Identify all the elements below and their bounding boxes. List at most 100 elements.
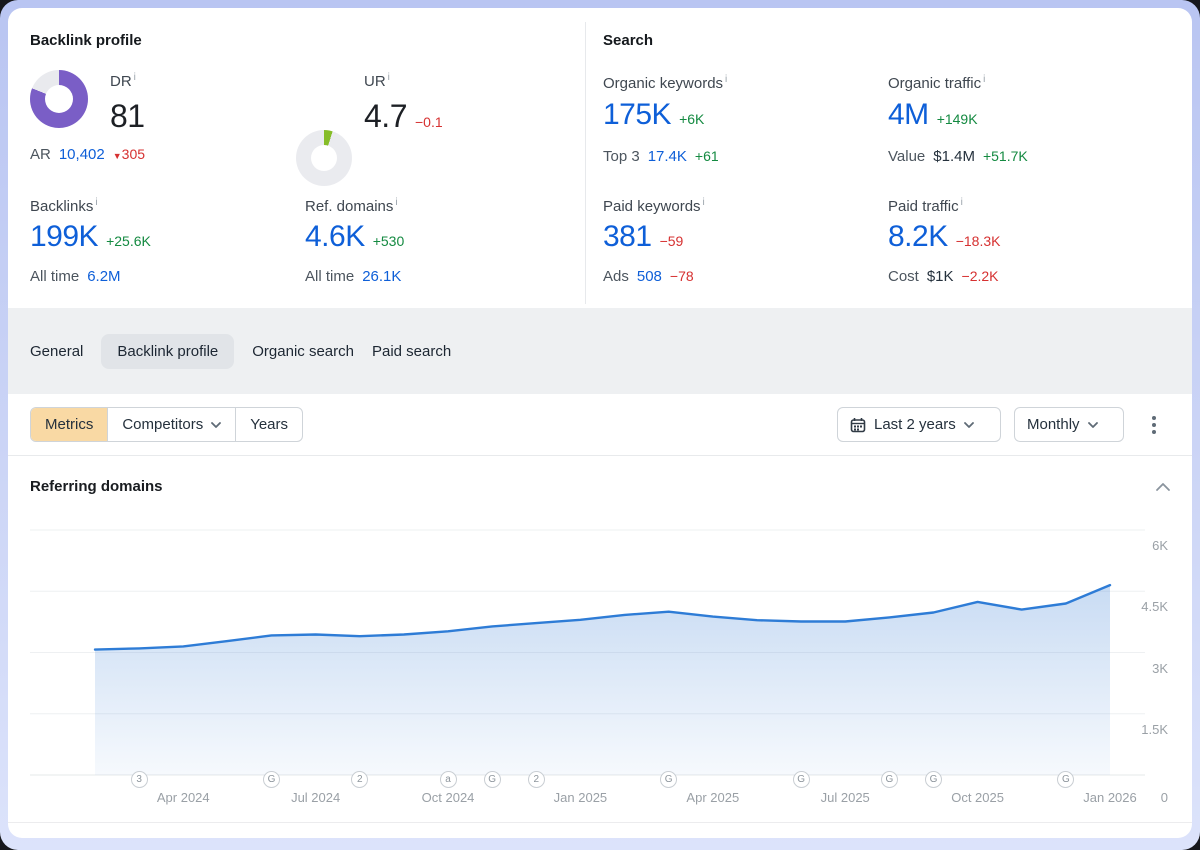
- backlinks-alltime-label: All time: [30, 268, 79, 285]
- search-section-title: Search: [603, 32, 653, 49]
- tab-paid-search[interactable]: Paid search: [372, 334, 451, 369]
- view-mode-group: Metrics Competitors Years: [30, 407, 303, 442]
- paid-keywords-label: Paid keywordsi: [603, 197, 705, 215]
- tab-organic-search[interactable]: Organic search: [252, 334, 354, 369]
- traffic-value-change: +51.7K: [983, 148, 1028, 164]
- paid-keywords-change: −59: [660, 233, 684, 249]
- y-axis-label: 4.5K: [1141, 599, 1168, 614]
- x-axis-label: Apr 2025: [686, 790, 739, 805]
- top3-label: Top 3: [603, 148, 640, 165]
- google-update-marker[interactable]: G: [793, 771, 810, 788]
- organic-traffic-value[interactable]: 4M: [888, 98, 929, 132]
- years-button[interactable]: Years: [235, 408, 302, 441]
- paid-traffic-value[interactable]: 8.2K: [888, 220, 948, 254]
- info-icon[interactable]: i: [961, 197, 963, 208]
- backlinks-label: Backlinksi: [30, 197, 98, 215]
- info-icon[interactable]: i: [703, 197, 705, 208]
- granularity-button[interactable]: Monthly: [1014, 407, 1124, 442]
- paid-traffic-change: −18.3K: [956, 233, 1001, 249]
- metrics-button[interactable]: Metrics: [31, 408, 107, 441]
- ur-donut-hole: [311, 145, 337, 171]
- dr-label: DRi: [110, 72, 136, 90]
- top3-value[interactable]: 17.4K: [648, 148, 687, 165]
- backlinks-alltime-value[interactable]: 6.2M: [87, 268, 120, 285]
- panel-divider: [585, 22, 586, 304]
- info-icon[interactable]: i: [95, 197, 97, 208]
- ar-change: ▼305: [113, 146, 145, 162]
- ref-domains-alltime-label: All time: [305, 268, 354, 285]
- overview-card: Backlink profile Search DRi 81 AR 10,402…: [8, 8, 1192, 838]
- organic-traffic-change: +149K: [937, 111, 978, 127]
- tab-backlink-profile[interactable]: Backlink profile: [101, 334, 234, 369]
- ar-value[interactable]: 10,402: [59, 146, 105, 163]
- traffic-value-label: Value: [888, 148, 925, 165]
- more-options-button[interactable]: [1150, 414, 1158, 436]
- y-axis-label: 6K: [1152, 538, 1168, 553]
- info-icon[interactable]: i: [983, 74, 985, 85]
- info-icon[interactable]: i: [134, 72, 136, 83]
- google-update-marker[interactable]: 2: [528, 771, 545, 788]
- traffic-value-amount: $1.4M: [933, 148, 975, 165]
- info-icon[interactable]: i: [725, 74, 727, 85]
- calendar-icon: [850, 417, 866, 433]
- area-fill: [95, 585, 1110, 775]
- cost-value: $1K: [927, 268, 954, 285]
- organic-keywords-value[interactable]: 175K: [603, 98, 671, 132]
- x-axis-label: Jan 2025: [554, 790, 608, 805]
- organic-keywords-label: Organic keywordsi: [603, 74, 727, 92]
- tab-general[interactable]: General: [30, 334, 83, 369]
- backlinks-value[interactable]: 199K: [30, 220, 98, 254]
- google-update-marker[interactable]: G: [1057, 771, 1074, 788]
- google-update-marker[interactable]: G: [925, 771, 942, 788]
- report-tabs: General Backlink profile Organic search …: [30, 334, 451, 369]
- google-update-marker[interactable]: G: [484, 771, 501, 788]
- tab-band: General Backlink profile Organic search …: [8, 308, 1192, 394]
- referring-domains-chart[interactable]: 6K4.5K3K1.5K0 Apr 2024Jul 2024Oct 2024Ja…: [8, 508, 1192, 830]
- x-axis-label: Jan 2026: [1083, 790, 1137, 805]
- organic-keywords-change: +6K: [679, 111, 704, 127]
- backlink-profile-section-title: Backlink profile: [30, 32, 142, 49]
- chevron-down-icon: [1088, 422, 1098, 428]
- chart-toolbar: Metrics Competitors Years Last 2 ye: [8, 407, 1192, 443]
- x-axis-label: Jul 2025: [821, 790, 870, 805]
- y-axis-label: 1.5K: [1141, 722, 1168, 737]
- ads-value[interactable]: 508: [637, 268, 662, 285]
- dr-donut: [30, 70, 88, 128]
- ar-label: AR: [30, 146, 51, 163]
- cost-change: −2.2K: [962, 268, 999, 284]
- ref-domains-change: +530: [373, 233, 405, 249]
- info-icon[interactable]: i: [388, 72, 390, 83]
- organic-traffic-label: Organic traffici: [888, 74, 985, 92]
- ur-change: −0.1: [415, 114, 443, 130]
- chevron-up-icon[interactable]: [1154, 480, 1172, 494]
- ads-label: Ads: [603, 268, 629, 285]
- ref-domains-alltime-value[interactable]: 26.1K: [362, 268, 401, 285]
- y-axis-label: 3K: [1152, 661, 1168, 676]
- competitors-button[interactable]: Competitors: [107, 408, 235, 441]
- ur-donut: [296, 130, 352, 186]
- info-icon[interactable]: i: [395, 197, 397, 208]
- section-bottom-divider: [8, 822, 1192, 823]
- date-range-button[interactable]: Last 2 years: [837, 407, 1001, 442]
- dr-value: 81: [110, 98, 145, 135]
- ur-value: 4.7: [364, 98, 407, 135]
- paid-keywords-value[interactable]: 381: [603, 220, 652, 254]
- google-update-marker[interactable]: G: [263, 771, 280, 788]
- down-arrow-icon: ▼: [113, 151, 122, 161]
- app-screen: Backlink profile Search DRi 81 AR 10,402…: [0, 0, 1200, 850]
- ads-change: −78: [670, 268, 694, 284]
- x-axis-label: Oct 2024: [422, 790, 475, 805]
- google-update-marker[interactable]: G: [660, 771, 677, 788]
- google-update-marker[interactable]: 3: [131, 771, 148, 788]
- chart-title: Referring domains: [30, 478, 163, 495]
- ref-domains-label: Ref. domainsi: [305, 197, 398, 215]
- google-update-marker[interactable]: 2: [351, 771, 368, 788]
- x-axis-label: Oct 2025: [951, 790, 1004, 805]
- google-update-marker[interactable]: G: [881, 771, 898, 788]
- google-update-marker[interactable]: a: [440, 771, 457, 788]
- chevron-down-icon: [211, 422, 221, 428]
- chevron-down-icon: [964, 422, 974, 428]
- ref-domains-value[interactable]: 4.6K: [305, 220, 365, 254]
- ur-label: URi: [364, 72, 390, 90]
- dr-donut-hole: [45, 85, 73, 113]
